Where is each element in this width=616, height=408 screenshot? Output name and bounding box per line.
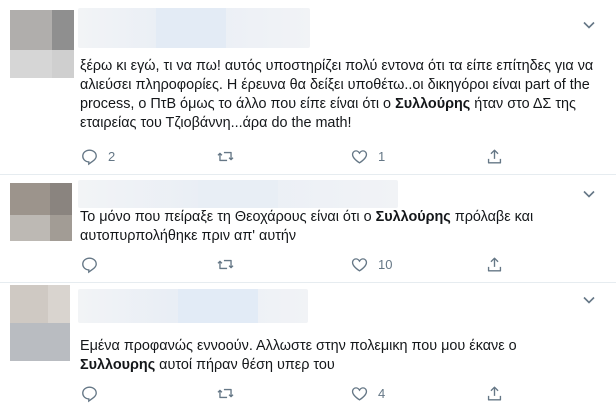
retweet-icon — [217, 259, 234, 269]
share-icon — [487, 385, 502, 401]
share-icon — [487, 256, 502, 272]
avatar[interactable] — [10, 10, 74, 78]
tweet-3[interactable]: Εμένα προφανώς εννοούν. Αλλωστε στην πολ… — [0, 283, 616, 408]
reply-button[interactable]: 2 — [80, 146, 115, 166]
author-name-redacted — [78, 289, 308, 323]
tweet-text: ξέρω κι εγώ, τι να πω! αυτός υποστηρίζει… — [80, 58, 594, 131]
retweet-button[interactable] — [216, 254, 244, 274]
tweet-actions: 4 — [80, 383, 520, 403]
retweet-button[interactable] — [216, 383, 244, 403]
like-icon — [351, 386, 368, 401]
author-name-redacted — [78, 180, 398, 208]
like-count: 1 — [378, 148, 386, 164]
chevron-down-icon[interactable] — [582, 18, 596, 32]
reply-icon — [82, 385, 97, 402]
reply-button[interactable] — [80, 383, 108, 403]
tweet-text: Εμένα προφανώς εννοούν. Αλλωστε στην πολ… — [80, 338, 517, 373]
retweet-icon — [217, 388, 234, 398]
reply-button[interactable] — [80, 254, 108, 274]
share-icon — [487, 148, 502, 164]
tweet-text: Το μόνο που πείραξε τη Θεοχάρους είναι ό… — [80, 209, 534, 244]
like-count: 10 — [378, 256, 393, 272]
avatar[interactable] — [10, 285, 70, 361]
tweet-2[interactable]: Το μόνο που πείραξε τη Θεοχάρους είναι ό… — [0, 175, 616, 283]
retweet-icon — [217, 151, 234, 161]
like-count: 4 — [378, 385, 386, 401]
share-button[interactable] — [485, 146, 513, 166]
like-button[interactable]: 10 — [350, 254, 392, 274]
reply-icon — [82, 148, 97, 165]
share-button[interactable] — [485, 383, 513, 403]
avatar[interactable] — [10, 183, 72, 241]
tweet-1[interactable]: ξέρω κι εγώ, τι να πω! αυτός υποστηρίζει… — [0, 0, 616, 175]
reply-icon — [82, 256, 97, 273]
tweet-actions: 10 — [80, 254, 520, 274]
share-button[interactable] — [485, 254, 513, 274]
author-name-redacted — [78, 8, 310, 48]
reply-count: 2 — [108, 148, 116, 164]
like-icon — [351, 257, 368, 272]
retweet-button[interactable] — [216, 146, 244, 166]
tweet-actions: 2 1 — [80, 146, 520, 166]
like-button[interactable]: 4 — [350, 383, 385, 403]
like-icon — [351, 149, 368, 164]
chevron-down-icon[interactable] — [582, 187, 596, 201]
like-button[interactable]: 1 — [350, 146, 385, 166]
chevron-down-icon[interactable] — [582, 293, 596, 307]
